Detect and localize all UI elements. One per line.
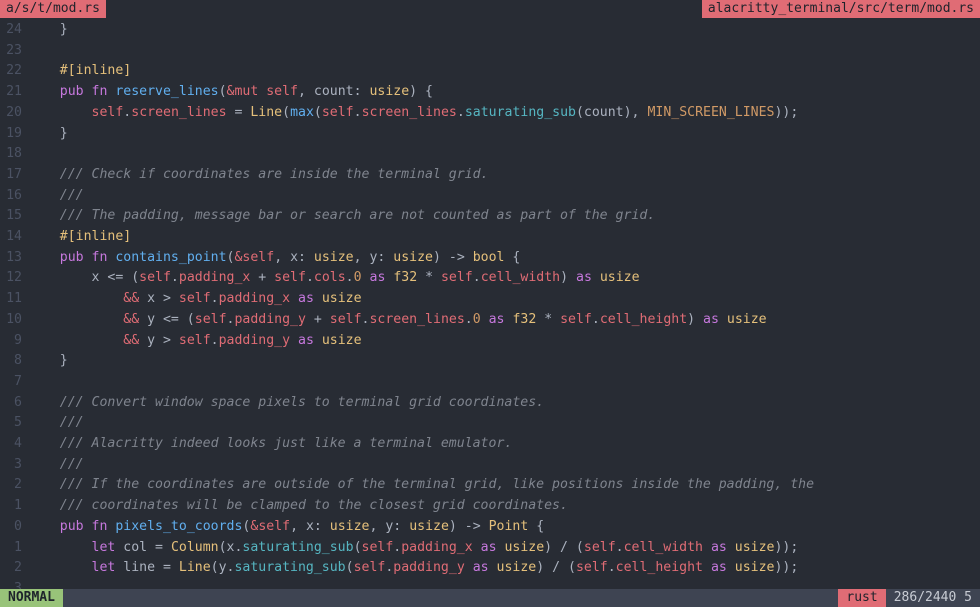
code-content[interactable]: x <= (self.padding_x + self.cols.0 as f3… (28, 268, 980, 289)
line-number: 1 (0, 496, 28, 517)
code-line[interactable]: 2 let line = Line(y.saturating_sub(self.… (0, 558, 980, 579)
code-content[interactable]: pub fn contains_point(&self, x: usize, y… (28, 248, 980, 269)
code-line[interactable]: 21 pub fn reserve_lines(&mut self, count… (0, 82, 980, 103)
code-line[interactable]: 8 } (0, 351, 980, 372)
line-number: 2 (0, 475, 28, 496)
code-content[interactable]: /// coordinates will be clamped to the c… (28, 496, 980, 517)
code-line[interactable]: 2 /// If the coordinates are outside of … (0, 475, 980, 496)
code-content[interactable]: /// Check if coordinates are inside the … (28, 165, 980, 186)
code-content[interactable]: } (28, 351, 980, 372)
code-editor[interactable]: 24 }2322 #[inline]21 pub fn reserve_line… (0, 18, 980, 607)
line-number: 22 (0, 61, 28, 82)
code-content[interactable]: && y > self.padding_y as usize (28, 331, 980, 352)
top-bar: a/s/t/mod.rs alacritty_terminal/src/term… (0, 0, 980, 18)
code-content[interactable] (28, 372, 980, 393)
line-number: 3 (0, 455, 28, 476)
code-line[interactable]: 0 pub fn pixels_to_coords(&self, x: usiz… (0, 517, 980, 538)
line-number: 21 (0, 82, 28, 103)
code-line[interactable]: 20 self.screen_lines = Line(max(self.scr… (0, 103, 980, 124)
code-content[interactable]: let line = Line(y.saturating_sub(self.pa… (28, 558, 980, 579)
code-line[interactable]: 7 (0, 372, 980, 393)
status-bar: NORMAL rust 286/2440 5 (0, 589, 980, 607)
code-content[interactable]: } (28, 124, 980, 145)
code-line[interactable]: 1 /// coordinates will be clamped to the… (0, 496, 980, 517)
code-line[interactable]: 3 /// (0, 455, 980, 476)
line-number: 17 (0, 165, 28, 186)
line-number: 16 (0, 186, 28, 207)
line-number: 7 (0, 372, 28, 393)
mode-indicator: NORMAL (0, 589, 63, 607)
code-content[interactable]: /// Convert window space pixels to termi… (28, 393, 980, 414)
line-number: 11 (0, 289, 28, 310)
line-number: 14 (0, 227, 28, 248)
code-content[interactable]: /// (28, 413, 980, 434)
code-line[interactable]: 23 (0, 41, 980, 62)
line-number: 5 (0, 413, 28, 434)
line-number: 18 (0, 144, 28, 165)
line-number: 19 (0, 124, 28, 145)
code-content[interactable]: /// (28, 186, 980, 207)
code-content[interactable]: let col = Column(x.saturating_sub(self.p… (28, 538, 980, 559)
code-content[interactable]: /// (28, 455, 980, 476)
line-number: 15 (0, 206, 28, 227)
code-line[interactable]: 16 /// (0, 186, 980, 207)
code-content[interactable]: && x > self.padding_x as usize (28, 289, 980, 310)
buffer-path-full: alacritty_terminal/src/term/mod.rs (702, 0, 980, 18)
buffer-path-short: a/s/t/mod.rs (0, 0, 106, 18)
code-content[interactable]: #[inline] (28, 227, 980, 248)
code-content[interactable]: && y <= (self.padding_y + self.screen_li… (28, 310, 980, 331)
line-number: 8 (0, 351, 28, 372)
cursor-position: 286/2440 5 (886, 589, 980, 607)
line-number: 6 (0, 393, 28, 414)
line-number: 12 (0, 268, 28, 289)
code-line[interactable]: 11 && x > self.padding_x as usize (0, 289, 980, 310)
code-line[interactable]: 17 /// Check if coordinates are inside t… (0, 165, 980, 186)
code-line[interactable]: 15 /// The padding, message bar or searc… (0, 206, 980, 227)
language-indicator: rust (838, 589, 885, 607)
code-line[interactable]: 14 #[inline] (0, 227, 980, 248)
code-line[interactable]: 10 && y <= (self.padding_y + self.screen… (0, 310, 980, 331)
line-number: 1 (0, 538, 28, 559)
line-number: 24 (0, 20, 28, 41)
line-number: 0 (0, 517, 28, 538)
code-line[interactable]: 22 #[inline] (0, 61, 980, 82)
code-content[interactable]: /// Alacritty indeed looks just like a t… (28, 434, 980, 455)
code-line[interactable]: 1 let col = Column(x.saturating_sub(self… (0, 538, 980, 559)
line-number: 4 (0, 434, 28, 455)
code-content[interactable]: /// If the coordinates are outside of th… (28, 475, 980, 496)
line-number: 10 (0, 310, 28, 331)
line-number: 23 (0, 41, 28, 62)
line-number: 2 (0, 558, 28, 579)
code-content[interactable]: self.screen_lines = Line(max(self.screen… (28, 103, 980, 124)
code-content[interactable]: pub fn pixels_to_coords(&self, x: usize,… (28, 517, 980, 538)
code-line[interactable]: 19 } (0, 124, 980, 145)
code-content[interactable] (28, 41, 980, 62)
code-content[interactable]: /// The padding, message bar or search a… (28, 206, 980, 227)
code-line[interactable]: 9 && y > self.padding_y as usize (0, 331, 980, 352)
code-content[interactable]: #[inline] (28, 61, 980, 82)
line-number: 20 (0, 103, 28, 124)
line-number: 13 (0, 248, 28, 269)
code-line[interactable]: 13 pub fn contains_point(&self, x: usize… (0, 248, 980, 269)
code-content[interactable] (28, 144, 980, 165)
code-line[interactable]: 5 /// (0, 413, 980, 434)
code-line[interactable]: 18 (0, 144, 980, 165)
code-content[interactable]: } (28, 20, 980, 41)
code-line[interactable]: 4 /// Alacritty indeed looks just like a… (0, 434, 980, 455)
code-line[interactable]: 24 } (0, 20, 980, 41)
line-number: 9 (0, 331, 28, 352)
code-line[interactable]: 6 /// Convert window space pixels to ter… (0, 393, 980, 414)
code-line[interactable]: 12 x <= (self.padding_x + self.cols.0 as… (0, 268, 980, 289)
code-content[interactable]: pub fn reserve_lines(&mut self, count: u… (28, 82, 980, 103)
